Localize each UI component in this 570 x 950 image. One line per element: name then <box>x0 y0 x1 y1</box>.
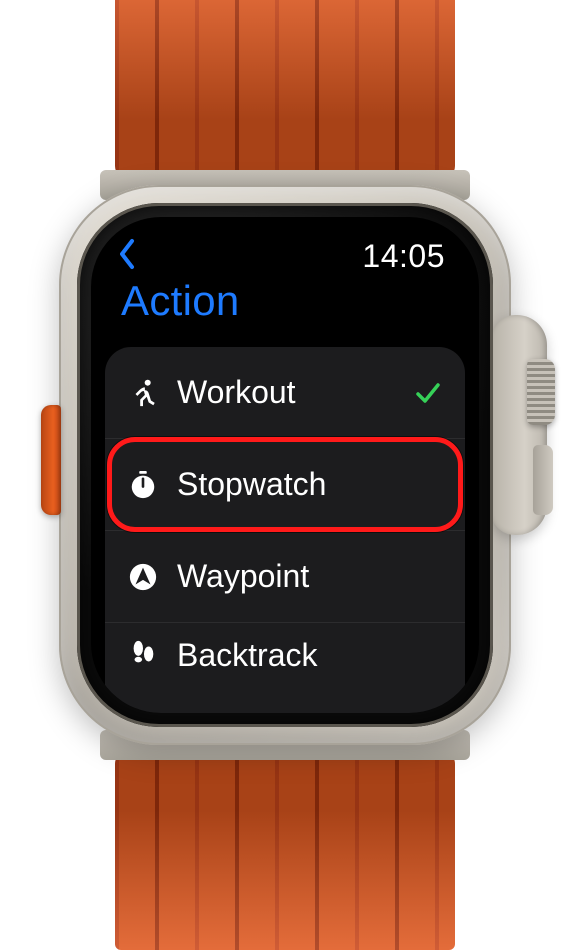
location-icon <box>127 561 159 593</box>
footsteps-icon <box>127 637 159 669</box>
action-list: Workout Stopwatch Waypoint <box>105 347 465 713</box>
status-bar: 14:05 <box>91 217 479 275</box>
crown-guard <box>491 315 547 535</box>
status-time: 14:05 <box>362 238 445 275</box>
chevron-left-icon <box>118 238 138 275</box>
list-item-stopwatch[interactable]: Stopwatch <box>105 439 465 531</box>
back-button[interactable] <box>115 237 141 275</box>
list-item-waypoint[interactable]: Waypoint <box>105 531 465 623</box>
digital-crown[interactable] <box>527 359 555 425</box>
list-item-label: Stopwatch <box>177 466 443 503</box>
physical-side-button[interactable] <box>533 445 553 515</box>
list-item-label: Waypoint <box>177 558 443 595</box>
stopwatch-icon <box>127 469 159 501</box>
list-item-workout[interactable]: Workout <box>105 347 465 439</box>
physical-action-button[interactable] <box>41 405 61 515</box>
watch-screen: 14:05 Action Workout Stopwatch <box>91 217 479 713</box>
list-item-backtrack[interactable]: Backtrack <box>105 623 465 683</box>
page-title: Action <box>91 275 479 339</box>
watch-case: 14:05 Action Workout Stopwatch <box>59 185 511 745</box>
checkmark-icon <box>413 378 443 408</box>
list-item-label: Backtrack <box>177 637 443 674</box>
watch-band-bottom <box>115 750 455 950</box>
running-icon <box>127 377 159 409</box>
watch-band-top <box>115 0 455 180</box>
list-item-label: Workout <box>177 374 395 411</box>
